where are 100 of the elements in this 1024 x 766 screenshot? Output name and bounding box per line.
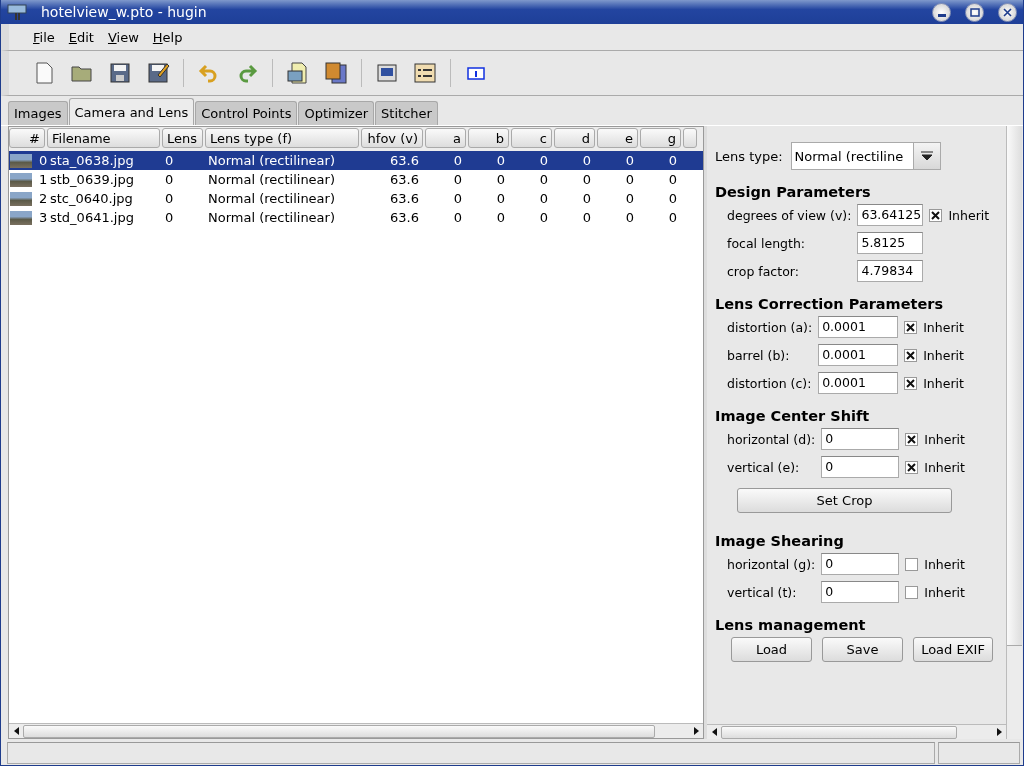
floppy-disk-pencil-icon[interactable] [146,61,170,85]
menu-item[interactable]: Edit [68,29,94,45]
column-header[interactable]: b [468,128,509,148]
horizontal-scrollbar[interactable] [707,724,1006,739]
input-field[interactable]: 0.0001 [818,372,899,394]
column-header[interactable]: a [425,128,466,148]
tab[interactable]: Optimizer [298,101,375,125]
table-cell-text: Normal (rectilinear) [207,210,336,225]
add-image-icon[interactable] [286,61,310,85]
checkbox-label: Inherit [923,375,964,391]
input-field[interactable]: 4.79834 [857,260,924,282]
right-arrow-icon[interactable] [693,727,699,735]
table-cell-text: 63.6 [389,210,420,225]
menu-item[interactable]: File [33,29,55,45]
table-row[interactable]: 0 sta_0638.jpg 0 Normal (rectilinear) 63.6 0 0 0 0 0 0 [9,151,703,170]
column-header[interactable]: hfov (v) [361,128,423,148]
checkbox[interactable] [929,208,943,222]
section-heading: Lens management [715,617,867,633]
field-label: distortion (c): [727,375,813,391]
table-cell-text: stb_0639.jpg [49,172,135,187]
preview-window-icon[interactable] [375,61,399,85]
close-icon [1003,7,1012,17]
table-cell-text: 0 [667,172,678,187]
table-cell-text: 0 [538,191,549,206]
checkbox[interactable] [904,320,918,334]
field-label: horizontal (g): [727,556,816,572]
checkbox-label: Inherit [924,431,965,447]
section-heading: Lens Correction Parameters [715,296,945,312]
table-cell-text: 0 [667,210,678,225]
tab[interactable]: Control Points [195,101,298,125]
x-mark-icon [907,434,917,444]
checkbox[interactable] [904,376,918,390]
horizontal-scrollbar[interactable] [9,723,703,738]
menu-item[interactable]: Help [152,29,183,45]
app-icon [7,3,27,21]
lens-button[interactable]: Load EXIF [913,637,993,662]
checkbox[interactable] [905,432,919,446]
minimize-button[interactable] [932,2,951,22]
vertical-scrollbar[interactable] [1006,126,1022,739]
column-header[interactable]: Lens [162,128,203,148]
table-cell-text: 0 [581,210,592,225]
list-icon[interactable] [413,61,437,85]
column-header[interactable]: d [554,128,595,148]
input-field[interactable]: 0 [821,456,900,478]
input-field[interactable]: 0.0001 [818,344,899,366]
column-header[interactable]: # [9,128,45,148]
table-cell-text: 0 [538,153,549,168]
checkbox[interactable] [904,348,918,362]
left-arrow-icon[interactable] [13,727,19,735]
table-row[interactable]: 1 stb_0639.jpg 0 Normal (rectilinear) 63.6 0 0 0 0 0 0 [9,170,703,189]
column-header[interactable]: e [597,128,638,148]
table-cell-text: 0 [624,172,635,187]
table-cell-text: 63.6 [389,172,420,187]
table-cell-text: 0 [452,210,463,225]
table-cell-text: 0 [667,153,678,168]
checkbox-label: Inherit [924,556,965,572]
table-cell-text: 0 [624,191,635,206]
table-cell-text: 2 [38,191,47,206]
table-row[interactable]: 3 std_0641.jpg 0 Normal (rectilinear) 63.6 0 0 0 0 0 0 [9,208,703,227]
lens-type-dropdown[interactable]: Normal (rectiline [790,142,941,170]
input-field[interactable]: 5.8125 [857,232,924,254]
input-field[interactable]: 63.64125 [857,204,924,226]
x-mark-icon [906,350,916,360]
table-cell-text: sta_0638.jpg [49,153,135,168]
checkbox[interactable] [905,460,919,474]
column-header[interactable]: g [640,128,681,148]
field-label: distortion (a): [727,319,813,335]
close-button[interactable] [998,2,1017,22]
photo-thumbnail [10,153,32,168]
table-cell-text: 0 [538,172,549,187]
column-header[interactable]: Filename [47,128,160,148]
input-field[interactable]: 0 [821,581,900,603]
checkbox-label: Inherit [948,207,990,223]
left-arrow-icon[interactable] [711,728,717,736]
tab[interactable]: Stitcher [375,101,438,125]
table-row[interactable]: 2 stc_0640.jpg 0 Normal (rectilinear) 63.6 0 0 0 0 0 0 [9,189,703,208]
checkbox[interactable] [905,585,919,599]
maximize-button[interactable] [965,2,984,22]
section-heading: Image Shearing [715,533,845,549]
input-field[interactable]: 0 [821,428,900,450]
set-crop-button[interactable]: Set Crop [737,488,952,513]
tab[interactable]: Images [8,101,68,125]
table-cell-text: 3 [38,210,47,225]
input-field[interactable]: 0 [821,553,900,575]
input-field[interactable]: 0.0001 [818,316,899,338]
table-cell-text: stc_0640.jpg [49,191,134,206]
table-cell-text: 0 [452,172,463,187]
table-cell-text: Normal (rectilinear) [207,172,336,187]
maximize-icon [969,7,980,17]
lens-button[interactable]: Save [822,637,903,662]
column-header[interactable]: c [511,128,552,148]
image-stack-icon[interactable] [324,61,348,85]
lens-button[interactable]: Load [731,637,812,662]
tab[interactable]: Camera and Lens [68,98,195,125]
menu-item[interactable]: View [107,29,139,45]
column-header[interactable]: Lens type (f) [205,128,359,148]
table-cell-text: 0 [495,191,506,206]
right-arrow-icon[interactable] [996,728,1002,736]
checkbox[interactable] [905,557,919,571]
field-label: vertical (t): [727,584,798,600]
